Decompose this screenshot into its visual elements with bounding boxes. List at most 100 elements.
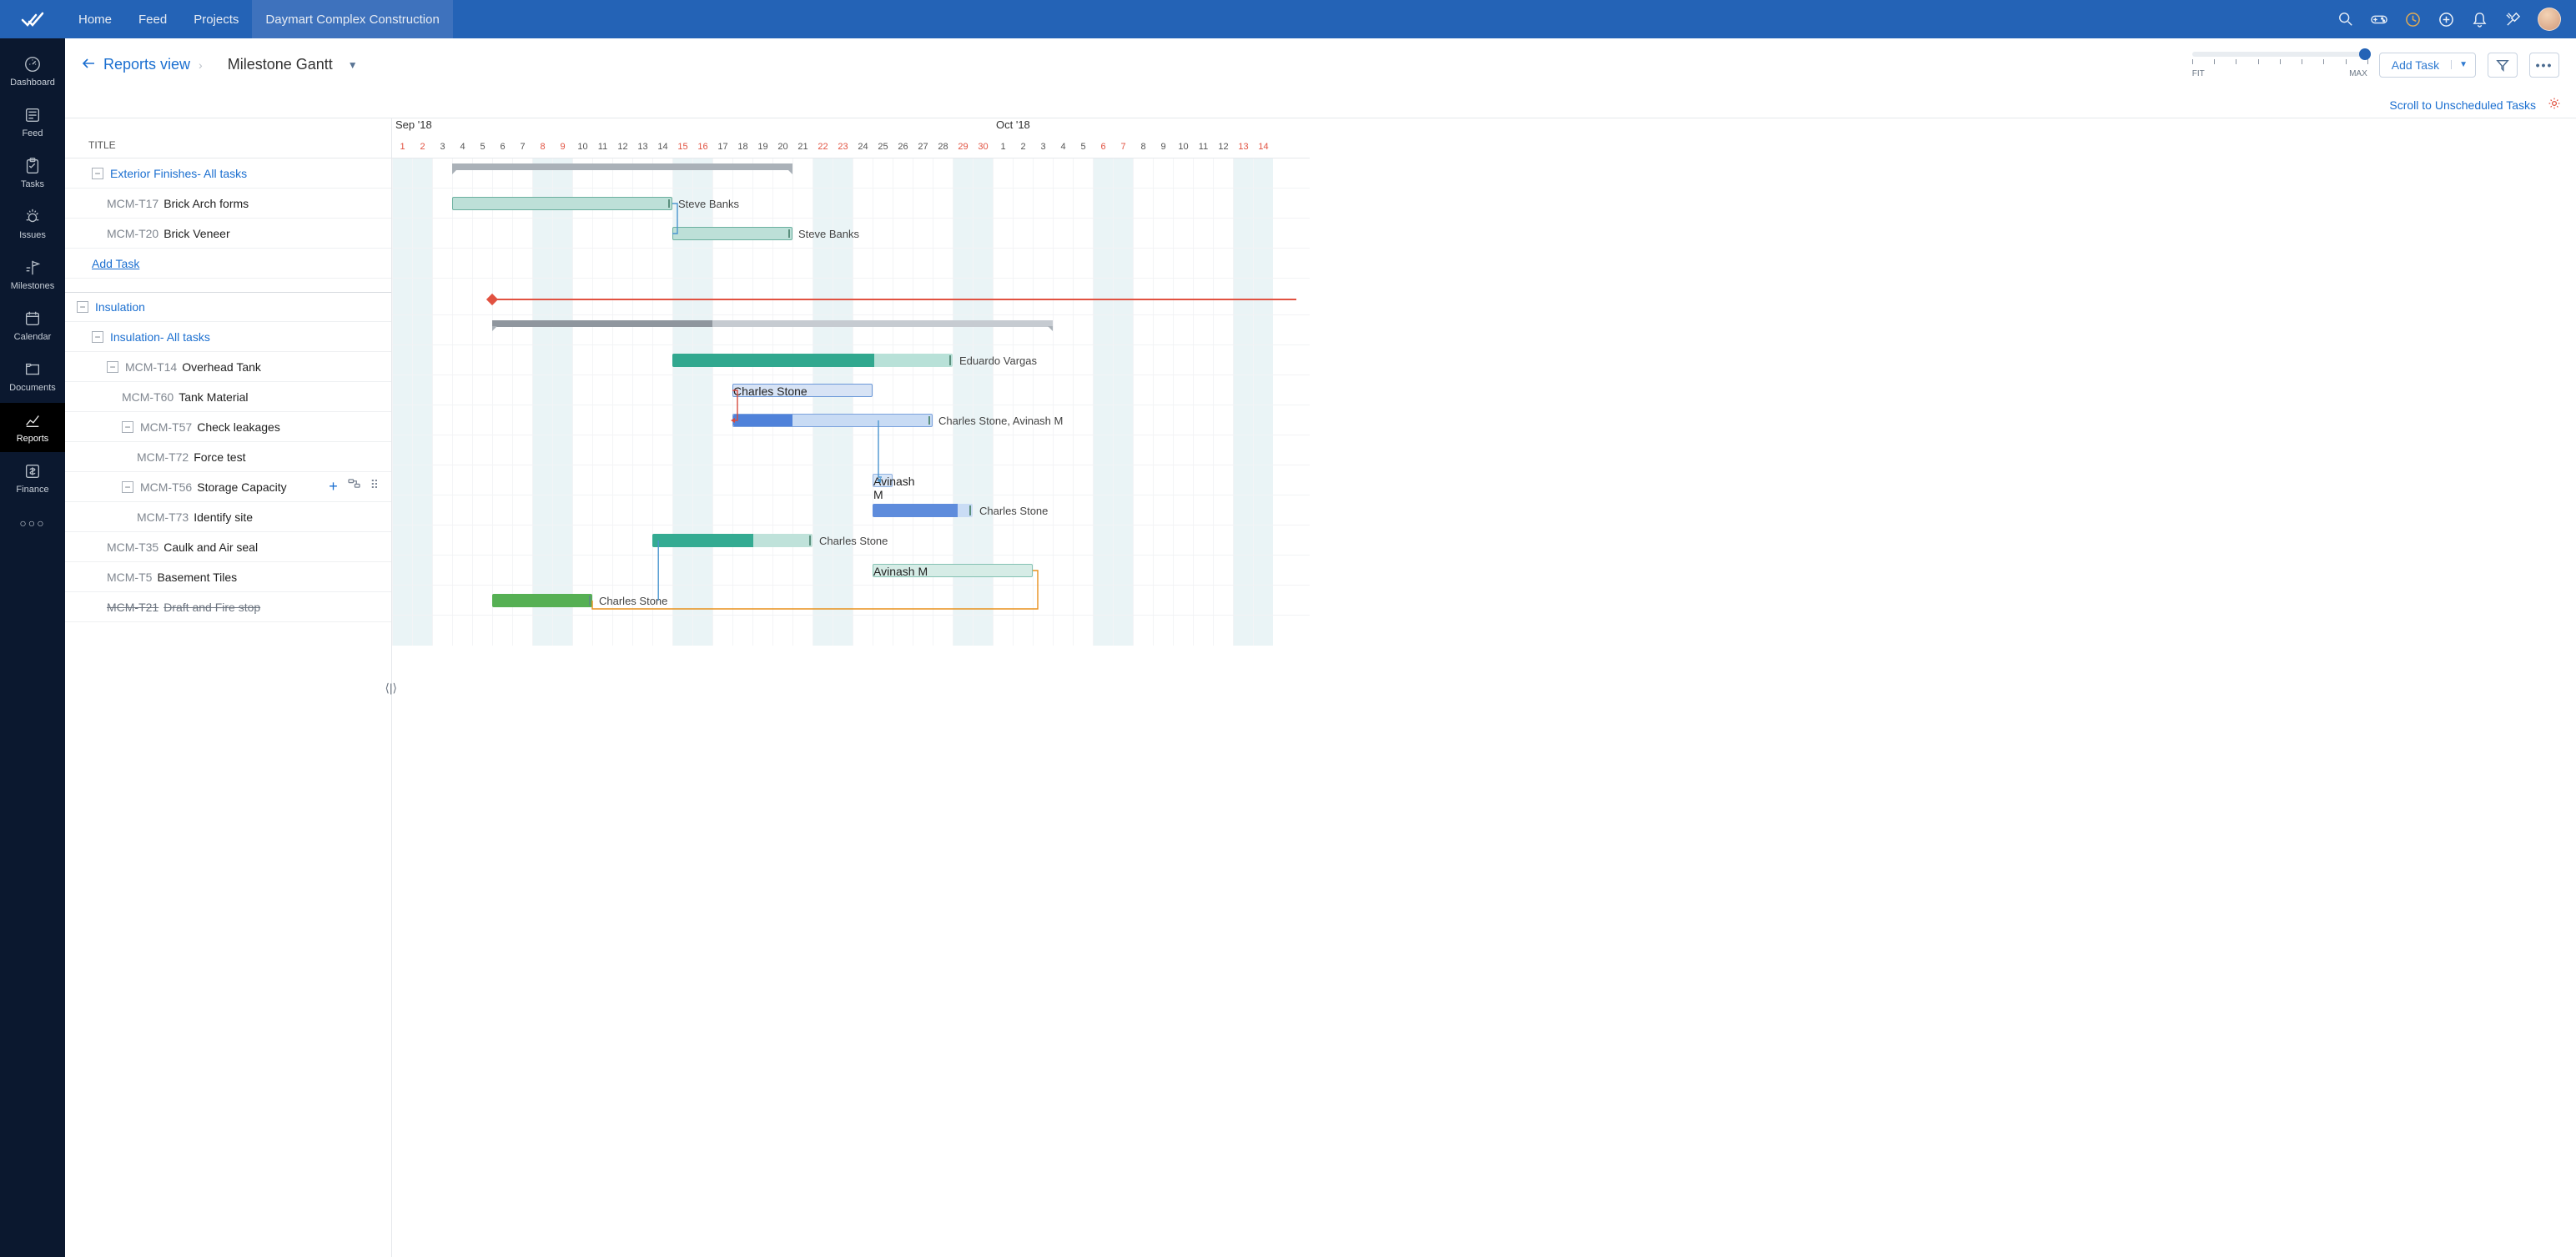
task-row[interactable]: −MCM-T57Check leakages xyxy=(65,412,391,442)
scroll-unscheduled-link[interactable]: Scroll to Unscheduled Tasks xyxy=(2389,98,2536,112)
add-task-button[interactable]: Add Task ▼ xyxy=(2379,53,2476,78)
timeline[interactable]: Sep '18Oct '18 1234567891011121314151617… xyxy=(392,118,2576,1257)
summary-bar[interactable] xyxy=(492,320,1053,327)
day-label: 7 xyxy=(1113,135,1133,158)
gantt-bar[interactable]: Avinash M xyxy=(873,474,893,487)
drag-handle-icon[interactable]: ⠿ xyxy=(370,478,380,495)
gantt-bar[interactable]: Charles Stone xyxy=(873,504,973,517)
timeline-row xyxy=(392,435,1310,465)
nav-more[interactable]: ○○○ xyxy=(0,508,65,538)
add-task-link[interactable]: Add Task xyxy=(92,257,139,270)
nav-calendar[interactable]: Calendar xyxy=(0,301,65,350)
nav-tasks[interactable]: Tasks xyxy=(0,148,65,198)
add-icon[interactable] xyxy=(2438,11,2454,28)
gantt-bar[interactable]: Avinash M xyxy=(873,564,1033,577)
timeline-row xyxy=(392,285,1310,315)
tab-feed[interactable]: Feed xyxy=(125,0,180,38)
day-label: 19 xyxy=(752,135,772,158)
tab-home[interactable]: Home xyxy=(65,0,125,38)
avatar[interactable] xyxy=(2538,8,2561,31)
task-row[interactable]: −Exterior Finishes- All tasks xyxy=(65,158,391,189)
task-title: Check leakages xyxy=(197,420,280,434)
add-subtask-icon[interactable]: + xyxy=(329,478,338,495)
bell-icon[interactable] xyxy=(2471,11,2488,28)
zoom-slider[interactable]: FIT MAX xyxy=(2192,52,2367,78)
collapse-toggle[interactable]: − xyxy=(92,331,103,343)
app-logo[interactable] xyxy=(0,10,65,28)
day-label: 15 xyxy=(672,135,692,158)
task-row[interactable]: −Insulation xyxy=(65,292,391,322)
nav-finance[interactable]: Finance xyxy=(0,454,65,503)
gantt-bar[interactable]: Charles Stone xyxy=(732,384,873,397)
collapse-toggle[interactable]: − xyxy=(107,361,118,373)
task-row[interactable]: −MCM-T56Storage Capacity+⠿ xyxy=(65,472,391,502)
collapse-toggle[interactable]: − xyxy=(122,481,133,493)
month-label: Sep '18 xyxy=(392,118,432,131)
gantt-bar[interactable]: Eduardo Vargas xyxy=(672,354,953,367)
task-row[interactable]: Add Task xyxy=(65,249,391,279)
zoom-knob[interactable] xyxy=(2359,48,2371,60)
filter-button[interactable] xyxy=(2488,53,2518,78)
task-row[interactable]: MCM-T17Brick Arch forms xyxy=(65,189,391,219)
breadcrumb-link[interactable]: Reports view xyxy=(103,56,190,73)
gear-icon[interactable] xyxy=(2548,97,2561,113)
bar-label: Charles Stone xyxy=(599,595,667,607)
tools-icon[interactable] xyxy=(2504,11,2521,28)
search-icon[interactable] xyxy=(2337,11,2354,28)
tab-project-daymart[interactable]: Daymart Complex Construction xyxy=(252,0,452,38)
day-label: 26 xyxy=(893,135,913,158)
task-title: Caulk and Air seal xyxy=(164,541,258,554)
chevron-right-icon: › xyxy=(199,58,203,72)
bar-label: Charles Stone, Avinash M xyxy=(938,415,1063,427)
nav-reports[interactable]: Reports xyxy=(0,403,65,452)
nav-finance-label: Finance xyxy=(16,485,48,495)
day-label: 17 xyxy=(712,135,732,158)
task-row[interactable]: MCM-T73Identify site xyxy=(65,502,391,532)
day-label: 6 xyxy=(1093,135,1113,158)
collapse-toggle[interactable]: − xyxy=(92,168,103,179)
nav-issues[interactable]: Issues xyxy=(0,199,65,249)
day-label: 5 xyxy=(1073,135,1093,158)
task-row[interactable]: MCM-T60Tank Material xyxy=(65,382,391,412)
more-button[interactable]: ••• xyxy=(2529,53,2559,78)
nav-documents[interactable]: Documents xyxy=(0,352,65,401)
gantt-bar[interactable]: Charles Stone, Avinash M xyxy=(732,414,933,427)
add-task-dropdown[interactable]: ▼ xyxy=(2451,60,2475,69)
zoom-min-label: FIT xyxy=(2192,69,2205,78)
top-tabs: Home Feed Projects Daymart Complex Const… xyxy=(65,0,453,38)
nav-feed[interactable]: Feed xyxy=(0,98,65,147)
nav-milestones[interactable]: Milestones xyxy=(0,250,65,299)
bar-label: Steve Banks xyxy=(798,228,859,240)
view-selector[interactable]: Milestone Gantt ▼ xyxy=(228,56,358,73)
task-row[interactable]: MCM-T5Basement Tiles xyxy=(65,562,391,592)
gantt-bar[interactable]: Steve Banks xyxy=(672,227,792,240)
gantt-bar[interactable]: Steve Banks xyxy=(452,197,672,210)
gantt-bar[interactable]: Charles Stone xyxy=(492,594,592,607)
task-id: MCM-T17 xyxy=(107,197,158,210)
task-list: TITLE −Exterior Finishes- All tasksMCM-T… xyxy=(65,118,392,1257)
zoom-max-label: MAX xyxy=(2349,69,2367,78)
day-label: 16 xyxy=(692,135,712,158)
tab-projects[interactable]: Projects xyxy=(180,0,252,38)
summary-bar[interactable] xyxy=(452,163,792,170)
collapse-toggle[interactable]: − xyxy=(122,421,133,433)
task-id: MCM-T21 xyxy=(107,601,158,614)
day-label: 23 xyxy=(833,135,853,158)
gamepad-icon[interactable] xyxy=(2371,11,2387,28)
back-icon[interactable] xyxy=(82,58,95,72)
task-row[interactable]: −Insulation- All tasks xyxy=(65,322,391,352)
task-row[interactable]: MCM-T21Draft and Fire stop xyxy=(65,592,391,622)
task-row[interactable]: MCM-T20Brick Veneer xyxy=(65,219,391,249)
collapse-toggle[interactable]: − xyxy=(77,301,88,313)
nav-dashboard[interactable]: Dashboard xyxy=(0,47,65,96)
gantt-bar[interactable]: Charles Stone xyxy=(652,534,813,547)
day-label: 24 xyxy=(853,135,873,158)
task-row[interactable]: −MCM-T14Overhead Tank xyxy=(65,352,391,382)
bar-label: Avinash M xyxy=(873,565,928,578)
clock-icon[interactable] xyxy=(2404,11,2421,28)
task-row[interactable]: MCM-T72Force test xyxy=(65,442,391,472)
task-row[interactable]: MCM-T35Caulk and Air seal xyxy=(65,532,391,562)
link-task-icon[interactable] xyxy=(348,478,360,495)
left-nav: Dashboard Feed Tasks Issues Milestones C… xyxy=(0,38,65,1257)
caret-down-icon: ▼ xyxy=(348,59,358,71)
